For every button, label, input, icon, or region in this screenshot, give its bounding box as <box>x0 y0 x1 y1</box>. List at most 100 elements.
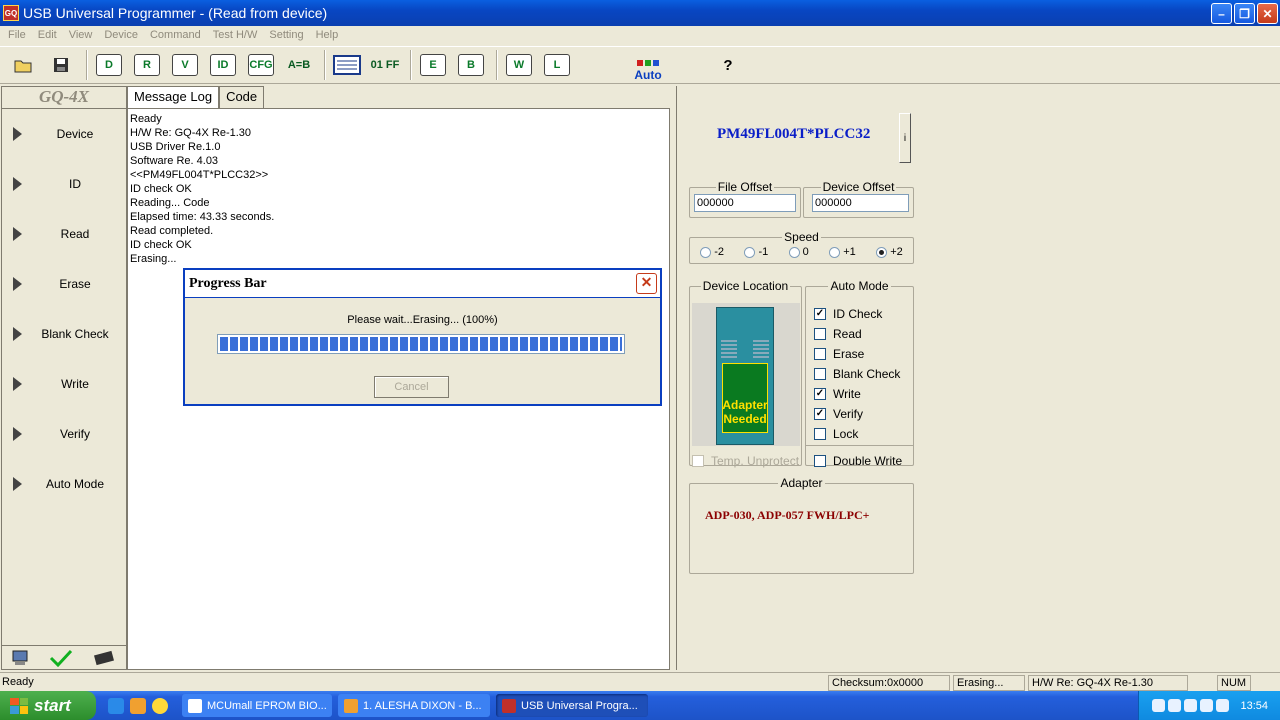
tab-bar: Message Log Code <box>127 86 265 109</box>
chip-v-icon: V <box>172 54 198 76</box>
sidebar-item-verify[interactable]: Verify <box>2 409 126 459</box>
menu-view[interactable]: View <box>63 29 99 41</box>
menu-help[interactable]: Help <box>310 29 345 41</box>
sidebar-item-blank-check[interactable]: Blank Check <box>2 309 126 359</box>
network-icon[interactable] <box>1168 699 1182 712</box>
fill-01-ff-icon: 01 FF <box>370 59 400 71</box>
fill-button[interactable]: 01 FF <box>368 49 402 81</box>
speed-radio-minus2[interactable]: -2 <box>700 246 724 258</box>
adapter-label: Adapter <box>780 476 823 490</box>
auto-button[interactable]: Auto <box>628 48 668 82</box>
device-icon[interactable] <box>1200 699 1214 712</box>
maximize-button[interactable]: ❐ <box>1234 3 1255 24</box>
save-button[interactable] <box>44 49 78 81</box>
write-button[interactable]: W <box>502 49 536 81</box>
sidebar-item-write[interactable]: Write <box>2 359 126 409</box>
adapter-needed-line1: Adapter <box>722 398 768 412</box>
temp-unprotect-checkbox[interactable]: Temp. Unprotect <box>692 451 799 471</box>
quick-launch <box>108 697 168 714</box>
menu-command[interactable]: Command <box>144 29 207 41</box>
app-icon[interactable]: GQ <box>3 5 19 21</box>
chip-cfg-icon: CFG <box>248 54 274 76</box>
tab-message-log[interactable]: Message Log <box>127 86 220 109</box>
title-bar[interactable]: GQ USB Universal Programmer - (Read from… <box>0 0 1280 26</box>
verify-button[interactable]: V <box>168 49 202 81</box>
chip-e-icon: E <box>420 54 446 76</box>
read-button[interactable]: R <box>130 49 164 81</box>
messenger-icon[interactable] <box>152 697 168 714</box>
menu-edit[interactable]: Edit <box>32 29 63 41</box>
auto-read-checkbox[interactable]: Read <box>814 324 900 344</box>
sidebar-item-erase[interactable]: Erase <box>2 259 126 309</box>
speed-radio-0[interactable]: 0 <box>788 246 809 258</box>
device-location-label: Device Location <box>702 279 789 293</box>
sidebar-item-auto-mode[interactable]: Auto Mode <box>2 459 126 509</box>
sidebar-item-label: Write <box>61 377 89 391</box>
log-line: ID check OK <box>130 183 192 195</box>
speed-group: Speed -2 -1 0 +1 +2 <box>689 230 914 264</box>
auto-erase-checkbox[interactable]: Erase <box>814 344 900 364</box>
menu-file[interactable]: File <box>2 29 32 41</box>
auto-verify-checkbox[interactable]: ✓ Verify <box>814 404 900 424</box>
auto-write-checkbox[interactable]: ✓ Write <box>814 384 900 404</box>
speed-radio-plus1[interactable]: +1 <box>829 246 856 258</box>
id-button[interactable]: ID <box>206 49 240 81</box>
close-button[interactable]: ✕ <box>1257 3 1278 24</box>
tab-code[interactable]: Code <box>219 86 265 108</box>
update-icon[interactable] <box>1216 699 1230 712</box>
hex-view-button[interactable] <box>330 49 364 81</box>
internet-explorer-icon[interactable] <box>108 697 124 714</box>
speed-radio-plus2[interactable]: +2 <box>876 246 903 258</box>
auto-mode-group: Auto Mode ✓ ID Check Read Erase Blank Che… <box>805 279 914 468</box>
progress-dialog: Progress Bar ✕ Please wait...Erasing... … <box>183 268 662 406</box>
chip-d-icon: D <box>96 54 122 76</box>
log-line: USB Driver Re.1.0 <box>130 141 221 153</box>
dialog-close-button[interactable]: ✕ <box>636 273 657 294</box>
dialog-title-bar[interactable]: Progress Bar ✕ <box>185 270 660 298</box>
double-write-checkbox[interactable]: Double Write <box>814 451 902 471</box>
log-line: Reading... Code <box>130 197 210 209</box>
auto-lock-checkbox[interactable]: Lock <box>814 424 900 444</box>
file-offset-input[interactable]: 000000 <box>694 194 796 212</box>
cancel-button[interactable]: Cancel <box>374 376 449 398</box>
security-icon[interactable] <box>1184 699 1198 712</box>
device-offset-input[interactable]: 000000 <box>812 194 909 212</box>
speed-radio-minus1[interactable]: -1 <box>744 246 768 258</box>
chip-b-icon: B <box>458 54 484 76</box>
task-alesha-dixon[interactable]: 1. ALESHA DIXON - B... <box>338 694 490 717</box>
open-file-button[interactable] <box>6 49 40 81</box>
erase-button[interactable]: E <box>416 49 450 81</box>
menu-test-hw[interactable]: Test H/W <box>207 29 264 41</box>
device-button[interactable]: D <box>92 49 126 81</box>
minimize-button[interactable]: – <box>1211 3 1232 24</box>
sidebar-item-read[interactable]: Read <box>2 209 126 259</box>
config-button[interactable]: CFG <box>244 49 278 81</box>
blank-check-button[interactable]: B <box>454 49 488 81</box>
menu-setting[interactable]: Setting <box>263 29 309 41</box>
sidebar-item-label: Device <box>56 127 94 141</box>
adapter-value: ADP-030, ADP-057 FWH/LPC+ <box>705 508 870 522</box>
browser-icon <box>188 698 202 713</box>
toolbar: D R V ID CFG A=B 01 FF E B W L Auto ? <box>0 46 1280 84</box>
auto-blank-check-checkbox[interactable]: Blank Check <box>814 364 900 384</box>
volume-icon[interactable] <box>1152 699 1166 712</box>
adapter-needed-line2: Needed <box>723 412 767 426</box>
sidebar-item-device[interactable]: Device <box>2 109 126 159</box>
compare-button[interactable]: A=B <box>282 49 316 81</box>
sidebar-item-label: Erase <box>59 277 91 291</box>
dialog-title: Progress Bar <box>189 275 267 291</box>
winamp-icon[interactable] <box>130 697 146 714</box>
socket-diagram: Adapter Needed <box>692 303 800 446</box>
sidebar-item-id[interactable]: ID <box>2 159 126 209</box>
sidebar-item-label: Read <box>60 227 90 241</box>
menu-device[interactable]: Device <box>98 29 144 41</box>
chip-l-icon: L <box>544 54 570 76</box>
start-button[interactable]: start <box>0 691 96 720</box>
device-info-button[interactable]: i <box>899 113 911 163</box>
help-button[interactable]: ? <box>716 51 740 79</box>
lock-button[interactable]: L <box>540 49 574 81</box>
task-mcumall[interactable]: MCUmall EPROM BIO... <box>182 694 332 717</box>
auto-id-check-checkbox[interactable]: ✓ ID Check <box>814 304 900 324</box>
checkmark-icon <box>49 649 73 667</box>
task-usb-programmer[interactable]: USB Universal Progra... <box>496 694 648 717</box>
